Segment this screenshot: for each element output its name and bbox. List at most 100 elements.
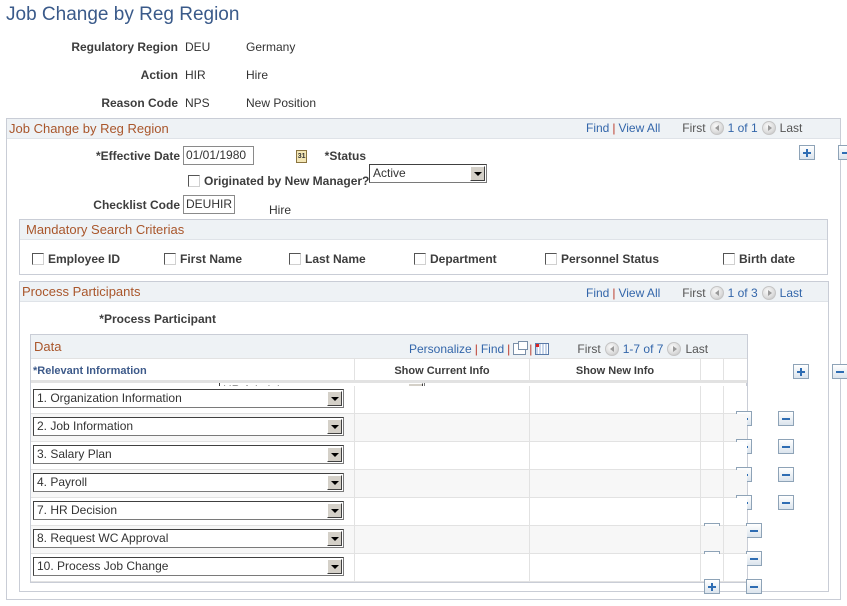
column-divider — [354, 442, 355, 470]
participants-range: 1 of 3 — [727, 286, 758, 300]
column-divider — [723, 470, 724, 498]
table-row: 10. Process Job Change — [31, 554, 763, 594]
main-section-nav: Find | View All First 1 of 1 Last — [586, 121, 802, 135]
column-divider — [354, 554, 355, 582]
relevant-info-value: 2. Job Information — [37, 419, 134, 433]
relevant-info-select[interactable]: 1. Organization Information — [33, 389, 344, 408]
originated-checkbox[interactable] — [188, 175, 200, 187]
criteria-checkbox[interactable] — [32, 253, 44, 265]
delete-participant-button[interactable] — [832, 364, 847, 379]
add-participant-button[interactable] — [793, 364, 809, 379]
participants-nav: Find | View All First 1 of 3 Last — [586, 286, 802, 300]
grid-find-link[interactable]: Find — [481, 342, 504, 356]
header-field-description: Hire — [246, 68, 269, 82]
data-grid-nav: Personalize | Find | | First 1-7 of 7 La… — [409, 341, 709, 356]
previous-arrow-icon[interactable] — [709, 286, 724, 300]
effective-date-input[interactable]: 01/01/1980 — [183, 146, 254, 165]
main-find-link[interactable]: Find — [586, 121, 609, 135]
header-field-description: Germany — [246, 40, 296, 54]
relevant-info-select[interactable]: 8. Request WC Approval — [33, 529, 344, 548]
relevant-info-value: 10. Process Job Change — [37, 559, 169, 573]
originated-checkbox-row: Originated by New Manager? — [188, 174, 369, 188]
separator: | — [474, 342, 478, 356]
relevant-info-select[interactable]: 2. Job Information — [33, 417, 344, 436]
criteria-item: Birth date — [723, 252, 795, 266]
next-arrow-icon[interactable] — [761, 286, 776, 300]
column-header-show-new: Show New Info — [575, 365, 655, 377]
column-divider — [529, 554, 530, 582]
criteria-checkbox[interactable] — [723, 253, 735, 265]
criteria-checkbox[interactable] — [545, 253, 557, 265]
delete-row-button[interactable] — [838, 145, 847, 160]
relevant-info-select[interactable]: 3. Salary Plan — [33, 445, 344, 464]
column-header-relevant-info[interactable]: *Relevant Information — [33, 365, 147, 377]
delete-row-button[interactable] — [746, 579, 763, 594]
criteria-label: Last Name — [305, 252, 366, 266]
main-view-all-link[interactable]: View All — [618, 121, 660, 135]
column-divider — [529, 442, 530, 470]
relevant-info-select[interactable]: 7. HR Decision — [33, 501, 344, 520]
relevant-info-value: 4. Payroll — [37, 475, 88, 489]
column-divider — [723, 526, 724, 554]
separator: | — [529, 342, 533, 356]
grid-last-label: Last — [685, 342, 709, 356]
checklist-description: Hire — [269, 203, 292, 217]
delete-row-button[interactable] — [778, 411, 795, 426]
add-row-button[interactable] — [799, 145, 815, 160]
relevant-info-select[interactable]: 4. Payroll — [33, 473, 344, 492]
header-field-label: Reason Code — [101, 96, 178, 110]
relevant-info-select[interactable]: 10. Process Job Change — [33, 557, 344, 576]
criteria-label: First Name — [180, 252, 243, 266]
delete-row-button[interactable] — [746, 523, 763, 538]
column-divider — [529, 470, 530, 498]
column-divider — [354, 470, 355, 498]
previous-arrow-icon[interactable] — [709, 121, 724, 135]
criteria-checkbox[interactable] — [289, 253, 301, 265]
checklist-code-input[interactable]: DEUHIR — [183, 195, 235, 214]
criteria-item: Employee ID — [32, 252, 120, 266]
criteria-item: Personnel Status — [545, 252, 659, 266]
participants-last-link[interactable]: Last — [780, 286, 803, 300]
main-first-label: First — [682, 121, 706, 135]
next-arrow-icon[interactable] — [761, 121, 776, 135]
column-divider — [529, 498, 530, 526]
separator: | — [612, 286, 616, 300]
column-divider — [700, 470, 701, 498]
data-grid-title: Data — [34, 339, 62, 354]
column-divider — [723, 554, 724, 582]
criteria-item: First Name — [164, 252, 242, 266]
column-header-show-current: Show Current Info — [394, 365, 490, 377]
criteria-item: Department — [414, 252, 497, 266]
table-row: 3. Salary Plan — [31, 442, 795, 486]
column-divider — [354, 498, 355, 526]
criteria-checkbox[interactable] — [414, 253, 426, 265]
view-all-zoom-icon[interactable] — [513, 341, 529, 355]
column-divider — [700, 414, 701, 442]
delete-row-button[interactable] — [778, 495, 795, 510]
chevron-down-icon — [327, 391, 342, 406]
column-divider — [700, 498, 701, 526]
status-select[interactable]: Active — [369, 164, 487, 183]
column-divider — [723, 498, 724, 526]
column-divider — [723, 386, 724, 414]
criteria-checkbox[interactable] — [164, 253, 176, 265]
add-row-button[interactable] — [704, 579, 720, 594]
delete-row-button[interactable] — [778, 439, 795, 454]
next-arrow-icon[interactable] — [667, 342, 682, 356]
participants-view-all-link[interactable]: View All — [618, 286, 660, 300]
delete-row-button[interactable] — [746, 551, 763, 566]
delete-row-button[interactable] — [778, 467, 795, 482]
originated-label: Originated by New Manager? — [204, 174, 370, 188]
download-grid-icon[interactable] — [535, 343, 550, 355]
chevron-down-icon — [327, 559, 342, 574]
personalize-link[interactable]: Personalize — [409, 342, 472, 356]
chevron-down-icon — [327, 447, 342, 462]
criteria-item: Last Name — [289, 252, 366, 266]
column-divider — [700, 526, 701, 554]
previous-arrow-icon[interactable] — [604, 342, 619, 356]
grid-first-label: First — [577, 342, 601, 356]
column-divider — [700, 554, 701, 582]
checklist-code-label: Checklist Code — [93, 198, 180, 212]
participants-find-link[interactable]: Find — [586, 286, 609, 300]
grid-range: 1-7 of 7 — [622, 342, 664, 356]
